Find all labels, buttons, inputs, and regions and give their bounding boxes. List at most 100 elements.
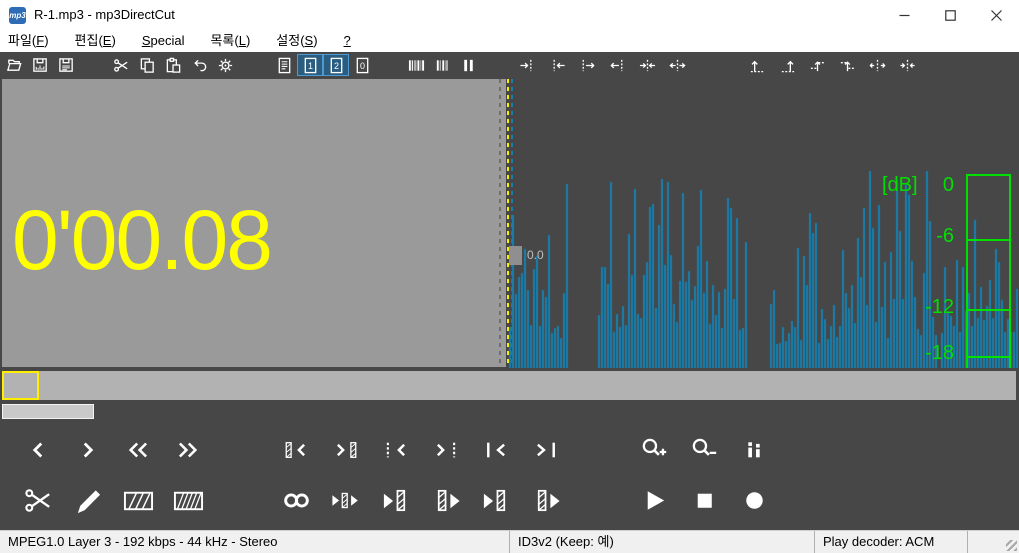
step-back-button[interactable]: [13, 428, 63, 472]
lvl-b-icon: [779, 57, 796, 74]
doc-2-icon: 2: [328, 57, 345, 74]
copy-icon: [139, 57, 156, 74]
close-button[interactable]: [973, 0, 1019, 30]
time-display: 0'00.08: [12, 193, 273, 287]
zoom-in-icon: [641, 437, 667, 463]
paste-button[interactable]: [160, 54, 186, 76]
zoom-out-icon: [691, 437, 717, 463]
level-step-right-button[interactable]: [832, 54, 862, 76]
scrollbar-thumb[interactable]: [2, 404, 94, 419]
status-bar: MPEG1.0 Layer 3 - 192 kbps - 44 kHz - St…: [0, 530, 1019, 553]
spread-b-icon: [899, 57, 916, 74]
copy-button[interactable]: [134, 54, 160, 76]
spread-right-button[interactable]: [892, 54, 922, 76]
play-to-cursor-button[interactable]: [521, 478, 571, 522]
goto-begin-button[interactable]: [471, 428, 521, 472]
view-layer-2-button[interactable]: 2: [323, 54, 349, 76]
menu-settings[interactable]: 설정(S): [263, 30, 330, 52]
cue-sheet-button[interactable]: [729, 428, 779, 472]
select-mode-a-button[interactable]: [113, 478, 163, 522]
level-up-left-button[interactable]: [742, 54, 772, 76]
cue-both-out-icon: [668, 57, 686, 74]
fast-rewind-button[interactable]: [113, 428, 163, 472]
play-from-cursor-button[interactable]: [471, 478, 521, 522]
play-pre-border-button[interactable]: [371, 478, 421, 522]
overview-zone: [0, 368, 1019, 403]
horizontal-scrollbar[interactable]: [0, 403, 1019, 420]
zoom-in-button[interactable]: [629, 428, 679, 472]
view-layer-0-button[interactable]: 0: [349, 54, 375, 76]
play-button[interactable]: [629, 478, 679, 522]
menu-help[interactable]: ?: [331, 30, 364, 52]
cue-in-r-icon: [549, 57, 566, 74]
cue-both-out-button[interactable]: [662, 54, 692, 76]
minimize-button[interactable]: [881, 0, 927, 30]
cue-out-left-button[interactable]: [572, 54, 602, 76]
transport-row-2: [13, 478, 779, 522]
goto-sel-end-button[interactable]: [321, 428, 371, 472]
menu-edit[interactable]: 편집(E): [62, 30, 129, 52]
view-layer-1-button[interactable]: 1: [297, 54, 323, 76]
fast-forward-button[interactable]: [163, 428, 213, 472]
step-forward-button[interactable]: [63, 428, 113, 472]
next-cue-button[interactable]: [421, 428, 471, 472]
level-up-right-button[interactable]: [772, 54, 802, 76]
save-wave-icon: [32, 57, 49, 74]
view-window-rect[interactable]: [2, 371, 39, 400]
loop-play-button[interactable]: [271, 478, 321, 522]
svg-text:1: 1: [308, 60, 313, 70]
control-panel: 14.5 / 14.5 구간 (2 / 2): 6'22.43 - 6'22.4…: [0, 420, 1019, 530]
cut-button[interactable]: [108, 54, 134, 76]
select-mode-b-button[interactable]: [163, 478, 213, 522]
save-audio-button[interactable]: [27, 54, 53, 76]
menu-special[interactable]: Special: [129, 30, 198, 52]
cue-out-right-button[interactable]: [602, 54, 632, 76]
overview-bar[interactable]: [2, 371, 1016, 400]
status-decoder: Play decoder: ACM: [815, 531, 968, 553]
play-post-border-button[interactable]: [421, 478, 471, 522]
cue-both-in-button[interactable]: [632, 54, 662, 76]
maximize-button[interactable]: [927, 0, 973, 30]
pause-detection-button[interactable]: [403, 54, 429, 76]
prev-cue-button[interactable]: [371, 428, 421, 472]
undo-button[interactable]: [186, 54, 212, 76]
record-button[interactable]: [729, 478, 779, 522]
goto-end-button[interactable]: [521, 428, 571, 472]
cue-in-left-button[interactable]: [512, 54, 542, 76]
close-icon: [990, 9, 1002, 21]
edit-pencil-button[interactable]: [63, 478, 113, 522]
title-bar: mp3 R-1.mp3 - mp3DirectCut: [0, 0, 1019, 30]
save-list-button[interactable]: [53, 54, 79, 76]
cue-out-r-icon: [609, 57, 626, 74]
level-step-left-button[interactable]: [802, 54, 832, 76]
chev2-r-icon: [175, 437, 201, 463]
stop-button[interactable]: [679, 478, 729, 522]
settings-button[interactable]: [212, 54, 238, 76]
zoom-out-button[interactable]: [679, 428, 729, 472]
doc-icon: [276, 57, 293, 74]
maximize-icon: [944, 9, 956, 21]
open-file-button[interactable]: [1, 54, 27, 76]
scissors-icon: [23, 485, 54, 516]
window-title: R-1.mp3 - mp3DirectCut: [34, 7, 175, 22]
menu-file[interactable]: 파일(F): [0, 30, 62, 52]
cue-marker-handle[interactable]: [509, 246, 522, 265]
cut-selection-button[interactable]: [13, 478, 63, 522]
file-info-button[interactable]: [271, 54, 297, 76]
menu-list[interactable]: 목록(L): [197, 30, 263, 52]
spread-left-button[interactable]: [862, 54, 892, 76]
gear-icon: [217, 57, 234, 74]
vad-b-icon: [434, 57, 451, 74]
goto-sel-start-button[interactable]: [271, 428, 321, 472]
play-skip-cut-button[interactable]: [321, 478, 371, 522]
resize-grip[interactable]: [1006, 540, 1017, 551]
pause-marks-button[interactable]: [455, 54, 481, 76]
auto-cue-button[interactable]: [429, 54, 455, 76]
cue-in-right-button[interactable]: [542, 54, 572, 76]
chev2-l-icon: [125, 437, 151, 463]
play-cursor-line[interactable]: [507, 79, 509, 367]
minimize-icon: [899, 10, 910, 21]
play-icon: [639, 485, 670, 516]
spread-a-icon: [869, 57, 886, 74]
chev-l-icon: [25, 437, 51, 463]
